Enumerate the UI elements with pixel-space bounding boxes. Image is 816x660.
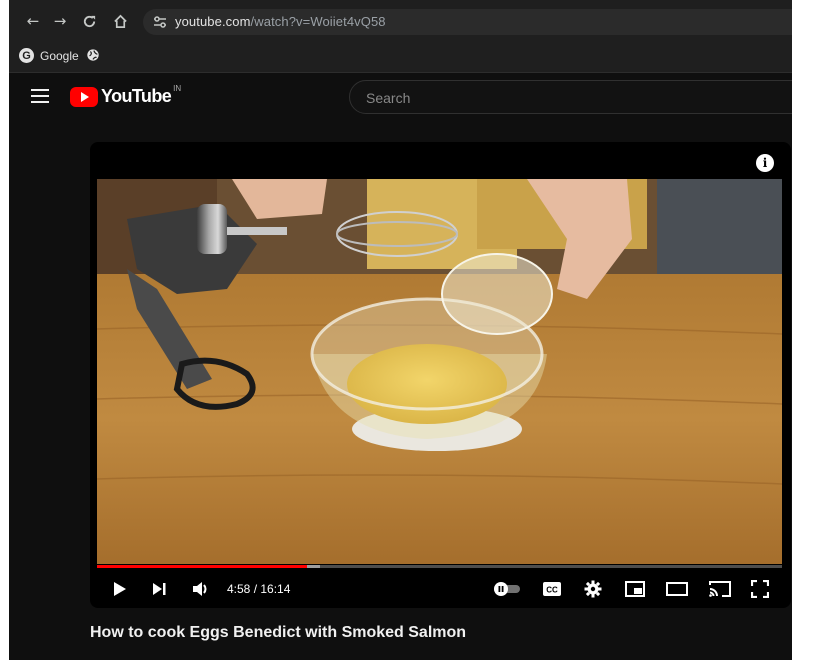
bookmark-label: Google: [40, 48, 79, 63]
progress-bar[interactable]: [97, 565, 782, 568]
captions-label: CC: [546, 586, 558, 595]
time-display: 4:58 / 16:14: [227, 582, 291, 596]
fullscreen-icon[interactable]: [751, 579, 769, 599]
browser-toolbar: ← → youtube.com/watch?v=Woiiet4vQ58: [9, 0, 792, 42]
browser-window: ← → youtube.com/watch?v=Woiiet4vQ58 G Go…: [9, 0, 792, 660]
played-bar: [97, 565, 308, 568]
player-controls: 4:58 / 16:14 CC: [90, 571, 791, 607]
youtube-play-icon: [70, 86, 98, 107]
video-player[interactable]: i 4:58 / 16:14 CC: [90, 142, 791, 608]
video-still: [97, 179, 782, 564]
info-icon[interactable]: i: [756, 154, 774, 172]
url-host: youtube.com: [175, 14, 251, 29]
play-icon[interactable]: [110, 579, 128, 599]
bookmark-google[interactable]: G Google: [19, 48, 79, 63]
theater-mode-icon[interactable]: [666, 579, 688, 599]
home-icon[interactable]: [109, 10, 131, 32]
miniplayer-icon[interactable]: [625, 579, 645, 599]
menu-icon[interactable]: [31, 89, 49, 103]
globe-icon: [87, 49, 99, 61]
captions-icon[interactable]: CC: [542, 579, 562, 599]
settings-icon[interactable]: [584, 579, 602, 599]
bookmark-globe[interactable]: [86, 48, 100, 62]
bookmarks-bar: G Google: [9, 42, 792, 73]
url-text: youtube.com/watch?v=Woiiet4vQ58: [175, 14, 386, 29]
cast-icon[interactable]: [709, 579, 731, 599]
youtube-logo[interactable]: YouTube IN: [70, 84, 182, 107]
logo-text: YouTube: [101, 86, 172, 106]
autoplay-toggle[interactable]: [492, 579, 522, 599]
volume-icon[interactable]: [191, 579, 211, 599]
url-path: /watch?v=Woiiet4vQ58: [250, 14, 386, 29]
google-icon: G: [19, 48, 34, 63]
youtube-header: YouTube IN: [9, 73, 792, 123]
search-box[interactable]: [349, 80, 792, 114]
forward-icon[interactable]: →: [49, 10, 71, 32]
next-icon[interactable]: [150, 579, 168, 599]
video-frame[interactable]: [97, 179, 782, 564]
reload-icon[interactable]: [78, 10, 100, 32]
video-title: How to cook Eggs Benedict with Smoked Sa…: [90, 624, 467, 641]
search-input[interactable]: [364, 89, 768, 107]
back-icon[interactable]: ←: [22, 10, 44, 32]
site-info-icon[interactable]: [152, 14, 168, 30]
address-bar[interactable]: youtube.com/watch?v=Woiiet4vQ58: [143, 9, 792, 35]
country-code: IN: [173, 84, 182, 93]
